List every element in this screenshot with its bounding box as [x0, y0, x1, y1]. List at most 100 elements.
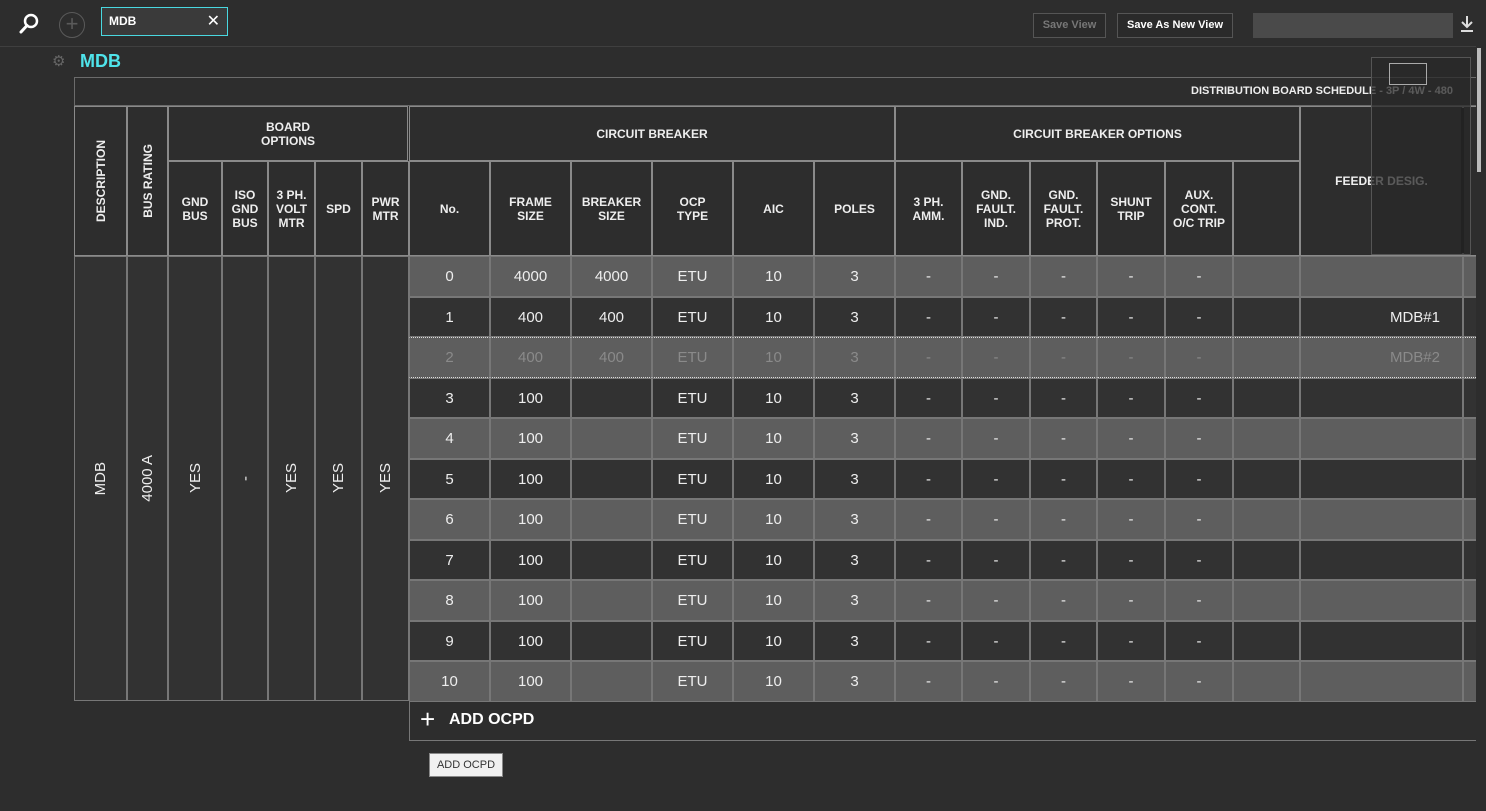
cell-ocp-type[interactable]: ETU: [652, 661, 733, 702]
cell-no[interactable]: 5: [409, 459, 490, 499]
cell-poles[interactable]: 3: [814, 621, 895, 661]
cell-ocp-type[interactable]: ETU: [652, 459, 733, 499]
board-description[interactable]: MDB: [74, 256, 127, 701]
cell-shunt-trip[interactable]: -: [1097, 378, 1165, 418]
cell-no[interactable]: 10: [409, 661, 490, 702]
cell-shunt-trip[interactable]: -: [1097, 459, 1165, 499]
board-volt-mtr[interactable]: YES: [268, 256, 315, 701]
cell-overflow[interactable]: [1463, 378, 1476, 418]
cell-aic[interactable]: 10: [733, 418, 814, 459]
cell-feeder-desig[interactable]: [1300, 580, 1463, 621]
cell-gnd-fault-ind[interactable]: -: [962, 378, 1030, 418]
cell-gnd-fault-prot[interactable]: -: [1030, 540, 1097, 580]
cell-overflow[interactable]: [1463, 621, 1476, 661]
cell-feeder-desig[interactable]: MDB#2: [1300, 337, 1463, 378]
cell-poles[interactable]: 3: [814, 661, 895, 702]
cell-breaker-size[interactable]: 400: [571, 337, 652, 378]
cell-breaker-size[interactable]: 4000: [571, 256, 652, 297]
cell-overflow[interactable]: [1463, 297, 1476, 337]
cell-frame-size[interactable]: 100: [490, 580, 571, 621]
scrollbar-thumb[interactable]: [1477, 48, 1481, 172]
cell-aux-cont[interactable]: -: [1165, 621, 1233, 661]
cell-ocp-type[interactable]: ETU: [652, 580, 733, 621]
cell-frame-size[interactable]: 100: [490, 621, 571, 661]
cell-gnd-fault-prot[interactable]: -: [1030, 337, 1097, 378]
cell-aic[interactable]: 10: [733, 256, 814, 297]
cell-extra[interactable]: [1233, 459, 1300, 499]
minimap-scrollbar[interactable]: [1461, 108, 1464, 253]
cell-gnd-fault-prot[interactable]: -: [1030, 580, 1097, 621]
add-ocpd-button[interactable]: + ADD OCPD: [409, 701, 1476, 741]
cell-aux-cont[interactable]: -: [1165, 337, 1233, 378]
cell-ocp-type[interactable]: ETU: [652, 418, 733, 459]
cell-breaker-size[interactable]: 400: [571, 297, 652, 337]
cell-breaker-size[interactable]: [571, 580, 652, 621]
cell-overflow[interactable]: [1463, 337, 1476, 378]
cell-feeder-desig[interactable]: [1300, 378, 1463, 418]
cell-gnd-fault-ind[interactable]: -: [962, 256, 1030, 297]
cell-frame-size[interactable]: 4000: [490, 256, 571, 297]
board-bus-rating[interactable]: 4000 A: [127, 256, 168, 701]
cell-aic[interactable]: 10: [733, 540, 814, 580]
cell-no[interactable]: 1: [409, 297, 490, 337]
cell-extra[interactable]: [1233, 297, 1300, 337]
cell-overflow[interactable]: [1463, 499, 1476, 540]
cell-ph-amm[interactable]: -: [895, 378, 962, 418]
download-icon[interactable]: [1459, 14, 1475, 36]
cell-no[interactable]: 3: [409, 378, 490, 418]
cell-aux-cont[interactable]: -: [1165, 661, 1233, 702]
cell-gnd-fault-ind[interactable]: -: [962, 499, 1030, 540]
cell-feeder-desig[interactable]: [1300, 499, 1463, 540]
cell-ocp-type[interactable]: ETU: [652, 621, 733, 661]
add-tab-button[interactable]: +: [59, 12, 85, 38]
cell-poles[interactable]: 3: [814, 378, 895, 418]
cell-ph-amm[interactable]: -: [895, 459, 962, 499]
cell-gnd-fault-prot[interactable]: -: [1030, 459, 1097, 499]
board-iso-gnd-bus[interactable]: -: [222, 256, 268, 701]
cell-shunt-trip[interactable]: -: [1097, 337, 1165, 378]
cell-gnd-fault-ind[interactable]: -: [962, 580, 1030, 621]
cell-extra[interactable]: [1233, 580, 1300, 621]
cell-aux-cont[interactable]: -: [1165, 499, 1233, 540]
cell-ph-amm[interactable]: -: [895, 256, 962, 297]
cell-breaker-size[interactable]: [571, 661, 652, 702]
cell-aux-cont[interactable]: -: [1165, 459, 1233, 499]
cell-frame-size[interactable]: 100: [490, 378, 571, 418]
cell-feeder-desig[interactable]: [1300, 418, 1463, 459]
cell-overflow[interactable]: [1463, 580, 1476, 621]
cell-gnd-fault-prot[interactable]: -: [1030, 499, 1097, 540]
cell-breaker-size[interactable]: [571, 459, 652, 499]
cell-ocp-type[interactable]: ETU: [652, 297, 733, 337]
cell-gnd-fault-prot[interactable]: -: [1030, 621, 1097, 661]
cell-ocp-type[interactable]: ETU: [652, 256, 733, 297]
cell-aux-cont[interactable]: -: [1165, 540, 1233, 580]
cell-overflow[interactable]: [1463, 540, 1476, 580]
cell-overflow[interactable]: [1463, 661, 1476, 702]
cell-feeder-desig[interactable]: [1300, 256, 1463, 297]
board-spd[interactable]: YES: [315, 256, 362, 701]
minimap-viewport[interactable]: [1389, 63, 1427, 85]
board-pwr-mtr[interactable]: YES: [362, 256, 409, 701]
cell-aic[interactable]: 10: [733, 661, 814, 702]
cell-ocp-type[interactable]: ETU: [652, 378, 733, 418]
cell-poles[interactable]: 3: [814, 297, 895, 337]
cell-feeder-desig[interactable]: [1300, 661, 1463, 702]
cell-extra[interactable]: [1233, 378, 1300, 418]
cell-no[interactable]: 0: [409, 256, 490, 297]
cell-gnd-fault-prot[interactable]: -: [1030, 378, 1097, 418]
cell-shunt-trip[interactable]: -: [1097, 580, 1165, 621]
save-view-button[interactable]: Save View: [1033, 13, 1106, 38]
cell-gnd-fault-ind[interactable]: -: [962, 661, 1030, 702]
cell-feeder-desig[interactable]: MDB#1: [1300, 297, 1463, 337]
cell-ph-amm[interactable]: -: [895, 621, 962, 661]
cell-aic[interactable]: 10: [733, 580, 814, 621]
cell-frame-size[interactable]: 400: [490, 297, 571, 337]
cell-shunt-trip[interactable]: -: [1097, 418, 1165, 459]
save-as-new-view-button[interactable]: Save As New View: [1117, 13, 1233, 38]
cell-shunt-trip[interactable]: -: [1097, 297, 1165, 337]
cell-feeder-desig[interactable]: [1300, 459, 1463, 499]
cell-frame-size[interactable]: 100: [490, 499, 571, 540]
cell-ph-amm[interactable]: -: [895, 418, 962, 459]
cell-no[interactable]: 9: [409, 621, 490, 661]
cell-aic[interactable]: 10: [733, 378, 814, 418]
